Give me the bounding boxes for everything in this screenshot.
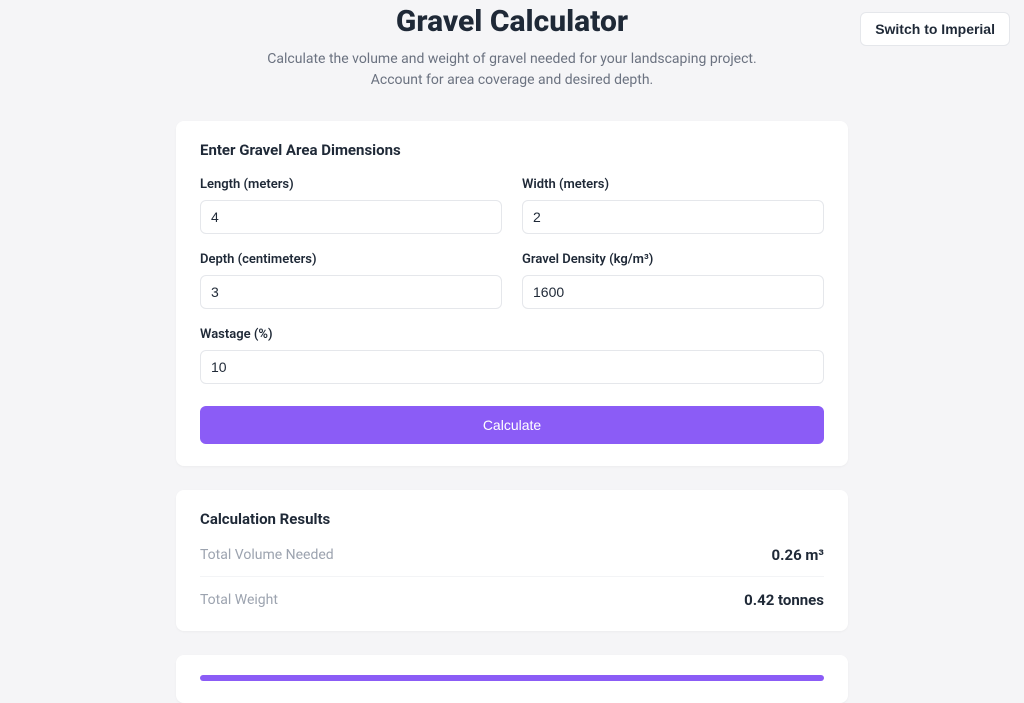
result-value-volume: 0.26 m³ — [772, 546, 824, 564]
length-label: Length (meters) — [200, 177, 502, 192]
next-card — [176, 655, 848, 703]
wastage-label: Wastage (%) — [200, 327, 824, 342]
results-card: Calculation Results Total Volume Needed … — [176, 490, 848, 631]
depth-group: Depth (centimeters) — [200, 252, 502, 309]
calculate-button[interactable]: Calculate — [200, 406, 824, 444]
width-input[interactable] — [522, 200, 824, 234]
switch-units-button[interactable]: Switch to Imperial — [860, 12, 1010, 46]
wastage-input[interactable] — [200, 350, 824, 384]
result-label-weight: Total Weight — [200, 592, 278, 608]
density-label: Gravel Density (kg/m³) — [522, 252, 824, 267]
length-input[interactable] — [200, 200, 502, 234]
density-group: Gravel Density (kg/m³) — [522, 252, 824, 309]
length-group: Length (meters) — [200, 177, 502, 234]
density-input[interactable] — [522, 275, 824, 309]
result-row-volume: Total Volume Needed 0.26 m³ — [200, 546, 824, 577]
result-row-weight: Total Weight 0.42 tonnes — [200, 591, 824, 609]
width-label: Width (meters) — [522, 177, 824, 192]
inputs-card: Enter Gravel Area Dimensions Length (met… — [176, 121, 848, 466]
result-value-weight: 0.42 tonnes — [744, 591, 824, 609]
depth-input[interactable] — [200, 275, 502, 309]
page-subtitle: Calculate the volume and weight of grave… — [252, 49, 772, 91]
width-group: Width (meters) — [522, 177, 824, 234]
results-card-title: Calculation Results — [200, 510, 824, 528]
depth-label: Depth (centimeters) — [200, 252, 502, 267]
purple-bar — [200, 675, 824, 681]
inputs-card-title: Enter Gravel Area Dimensions — [200, 141, 824, 159]
result-label-volume: Total Volume Needed — [200, 547, 334, 563]
wastage-group: Wastage (%) — [200, 327, 824, 384]
